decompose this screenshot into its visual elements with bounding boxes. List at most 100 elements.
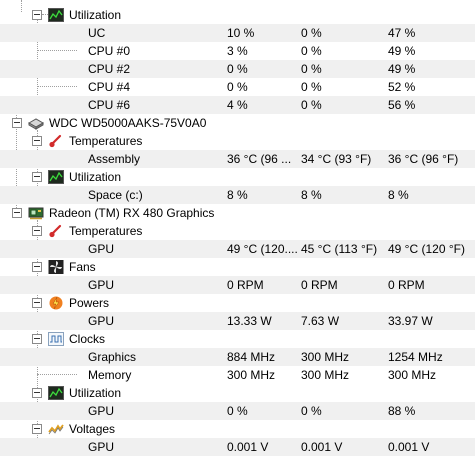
collapse-toggle[interactable] (32, 172, 42, 182)
sensor-row[interactable]: UC 10 % 0 % 47 % (0, 24, 475, 42)
value-cell: 0 % (227, 404, 248, 418)
min-cell: 0 % (301, 80, 322, 94)
sensor-row[interactable]: GPU 0 RPM 0 RPM 0 RPM (0, 276, 475, 294)
min-cell: 8 % (301, 188, 322, 202)
sensor-label: CPU #2 (88, 62, 131, 76)
tree-node-powers[interactable]: Powers (0, 294, 475, 312)
min-cell: 0 % (301, 44, 322, 58)
sensor-label: GPU (88, 314, 115, 328)
sensor-label: Graphics (88, 350, 137, 364)
collapse-toggle[interactable] (32, 334, 42, 344)
collapse-toggle[interactable] (32, 226, 42, 236)
max-cell: 49 % (388, 62, 416, 76)
max-cell: 52 % (388, 80, 416, 94)
device-name: WDC WD5000AAKS-75V0A0 (49, 116, 207, 130)
sensor-label: CPU #4 (88, 80, 131, 94)
tree-node-temperatures[interactable]: Temperatures (0, 132, 475, 150)
sensor-row[interactable]: GPU 0 % 0 % 88 % (0, 402, 475, 420)
sensor-row[interactable]: Space (c:) 8 % 8 % 8 % (0, 186, 475, 204)
utilization-chart-icon (48, 170, 64, 184)
sensor-row[interactable]: CPU #6 4 % 0 % 56 % (0, 96, 475, 114)
max-cell: 36 °C (96 °F) (388, 152, 459, 166)
sensor-row[interactable]: CPU #0 3 % 0 % 49 % (0, 42, 475, 60)
sensor-label: CPU #0 (88, 44, 131, 58)
tree-node-utilization[interactable]: Utilization (0, 168, 475, 186)
utilization-chart-icon (48, 8, 64, 22)
value-cell: 884 MHz (227, 350, 276, 364)
sensor-row[interactable]: GPU 13.33 W 7.63 W 33.97 W (0, 312, 475, 330)
node-label: Powers (69, 296, 110, 310)
tree-node-voltages[interactable]: Voltages (0, 420, 475, 438)
device-name: Radeon (TM) RX 480 Graphics (49, 206, 215, 220)
collapse-toggle[interactable] (32, 262, 42, 272)
thermometer-icon (49, 134, 62, 148)
min-cell: 0.001 V (301, 440, 343, 454)
max-cell: 88 % (388, 404, 416, 418)
min-cell: 7.63 W (301, 314, 340, 328)
tree-node-gpu[interactable]: Radeon (TM) RX 480 Graphics (0, 204, 475, 222)
min-cell: 34 °C (93 °F) (301, 152, 372, 166)
min-cell: 0 % (301, 404, 322, 418)
sensor-label: GPU (88, 242, 115, 256)
node-label: Voltages (69, 422, 116, 436)
max-cell: 56 % (388, 98, 416, 112)
min-cell: 0 % (301, 62, 322, 76)
min-cell: 45 °C (113 °F) (301, 242, 378, 256)
collapse-toggle[interactable] (32, 298, 42, 308)
max-cell: 47 % (388, 26, 416, 40)
tree-node-utilization[interactable]: Utilization (0, 6, 475, 24)
value-cell: 0 % (227, 62, 248, 76)
node-label: Temperatures (69, 224, 143, 238)
sensor-row[interactable]: GPU 49 °C (120.... 45 °C (113 °F) 49 °C … (0, 240, 475, 258)
collapse-toggle[interactable] (12, 208, 22, 218)
clock-wave-icon (48, 332, 64, 346)
voltage-wave-icon (48, 424, 64, 435)
node-label: Fans (69, 260, 96, 274)
max-cell: 33.97 W (388, 314, 433, 328)
value-cell: 0 % (227, 80, 248, 94)
tree-node-clocks[interactable]: Clocks (0, 330, 475, 348)
value-cell: 8 % (227, 188, 248, 202)
tree-node-temperatures[interactable]: Temperatures (0, 222, 475, 240)
value-cell: 13.33 W (227, 314, 272, 328)
collapse-toggle[interactable] (32, 424, 42, 434)
value-cell: 300 MHz (227, 368, 276, 382)
sensor-label: GPU (88, 404, 115, 418)
sensor-label: UC (88, 26, 106, 40)
collapse-toggle[interactable] (32, 388, 42, 398)
sensor-label: Memory (88, 368, 132, 382)
value-cell: 0 RPM (227, 278, 264, 292)
min-cell: 0 % (301, 98, 322, 112)
collapse-toggle[interactable] (32, 10, 42, 20)
tree-node-fans[interactable]: Fans (0, 258, 475, 276)
max-cell: 0.001 V (388, 440, 430, 454)
tree-node-utilization[interactable]: Utilization (0, 384, 475, 402)
graphics-card-icon (28, 207, 44, 220)
sensor-row[interactable]: Graphics 884 MHz 300 MHz 1254 MHz (0, 348, 475, 366)
max-cell: 300 MHz (388, 368, 437, 382)
utilization-chart-icon (48, 386, 64, 400)
sensor-row[interactable]: CPU #2 0 % 0 % 49 % (0, 60, 475, 78)
value-cell: 4 % (227, 98, 248, 112)
max-cell: 8 % (388, 188, 409, 202)
node-label: Utilization (69, 8, 122, 22)
max-cell: 1254 MHz (388, 350, 443, 364)
sensor-row[interactable]: Memory 300 MHz 300 MHz 300 MHz (0, 366, 475, 384)
collapse-toggle[interactable] (32, 136, 42, 146)
sensor-row[interactable]: Assembly 36 °C (96 ... 34 °C (93 °F) 36 … (0, 150, 475, 168)
sensor-row[interactable]: GPU 0.001 V 0.001 V 0.001 V (0, 438, 475, 456)
sensor-row[interactable]: CPU #4 0 % 0 % 52 % (0, 78, 475, 96)
power-flame-icon (49, 296, 63, 310)
collapse-toggle[interactable] (12, 118, 22, 128)
node-label: Temperatures (69, 134, 143, 148)
max-cell: 49 °C (120 °F) (388, 242, 465, 256)
node-label: Clocks (69, 332, 106, 346)
value-cell: 49 °C (120.... (227, 242, 297, 256)
min-cell: 0 RPM (301, 278, 338, 292)
tree-node-disk[interactable]: WDC WD5000AAKS-75V0A0 (0, 114, 475, 132)
sensor-label: Space (c:) (88, 188, 143, 202)
thermometer-icon (49, 224, 62, 238)
value-cell: 0.001 V (227, 440, 269, 454)
sensor-label: GPU (88, 278, 115, 292)
hard-disk-icon (28, 118, 44, 130)
